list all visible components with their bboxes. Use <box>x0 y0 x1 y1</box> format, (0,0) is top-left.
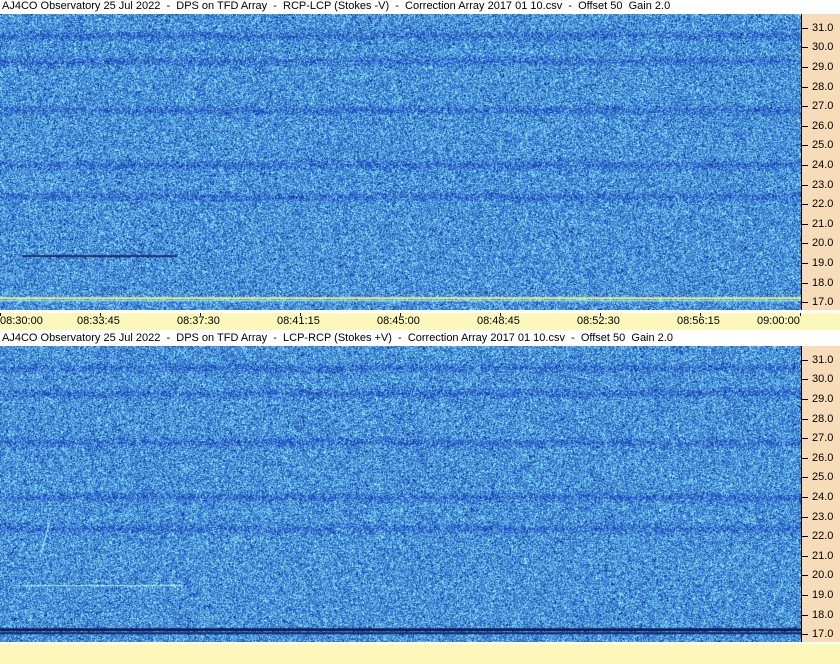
x-tick-label: 08:33:45 <box>77 315 120 327</box>
y-tick <box>802 594 808 596</box>
y-tick <box>802 438 808 440</box>
y-tick <box>802 164 808 166</box>
y-tick <box>802 418 808 420</box>
y-tick <box>802 184 808 186</box>
y-tick-label: 17.0 <box>812 628 834 641</box>
y-tick <box>802 379 808 381</box>
y-tick-label: 20.0 <box>812 237 834 250</box>
y-tick-label: 24.0 <box>812 158 834 171</box>
bottom-spectrogram <box>0 346 801 642</box>
top-frequency-axis: 31.0 30.0 29.0 28.0 27.0 26.0 25.0 24.0 23.0 22.0… <box>801 14 840 310</box>
y-tick <box>802 47 808 49</box>
y-tick <box>802 86 808 88</box>
y-tick <box>802 398 808 400</box>
y-tick-label: 19.0 <box>812 256 834 269</box>
x-tick-label: 08:41:15 <box>277 315 320 327</box>
y-tick <box>802 575 808 577</box>
y-tick-label: 17.0 <box>812 296 834 309</box>
x-tick-label: 08:56:15 <box>677 315 720 327</box>
y-tick-label: 23.0 <box>812 178 834 191</box>
x-tick-label: 08:52:30 <box>577 315 620 327</box>
x-tick-label: 08:37:30 <box>177 315 220 327</box>
y-tick-label: 27.0 <box>812 100 834 113</box>
top-spectrogram-canvas <box>0 14 801 310</box>
y-tick-label: 21.0 <box>812 549 834 562</box>
x-tick-label: 08:48:45 <box>477 315 520 327</box>
y-tick-label: 25.0 <box>812 471 834 484</box>
y-tick <box>802 243 808 245</box>
y-tick-label: 21.0 <box>812 217 834 230</box>
x-tick-label: 09:00:00 <box>757 315 800 327</box>
y-tick <box>802 66 808 68</box>
y-tick <box>802 536 808 538</box>
x-tick-label: 08:30:00 <box>0 315 43 327</box>
top-panel-title: AJ4CO Observatory 25 Jul 2022 - DPS on T… <box>2 0 671 12</box>
y-tick-label: 20.0 <box>812 569 834 582</box>
y-tick <box>802 634 808 636</box>
x-tick <box>800 313 801 316</box>
y-tick-label: 27.0 <box>812 432 834 445</box>
y-tick <box>802 204 808 206</box>
y-tick <box>802 282 808 284</box>
y-tick-label: 30.0 <box>812 41 834 54</box>
y-tick-label: 24.0 <box>812 490 834 503</box>
y-tick <box>802 516 808 518</box>
time-axis: 08:30:00 08:33:45 08:37:30 08:41:15 08:45:00… <box>0 313 840 330</box>
y-tick-label: 22.0 <box>812 530 834 543</box>
y-tick-label: 31.0 <box>812 21 834 34</box>
bottom-spectrogram-canvas <box>0 346 801 642</box>
y-tick <box>802 457 808 459</box>
y-tick <box>802 477 808 479</box>
y-tick <box>802 302 808 304</box>
y-tick <box>802 614 808 616</box>
y-tick-label: 25.0 <box>812 139 834 152</box>
y-tick-label: 22.0 <box>812 198 834 211</box>
y-tick-label: 30.0 <box>812 373 834 386</box>
x-tick-label: 08:45:00 <box>377 315 420 327</box>
y-tick-label: 26.0 <box>812 119 834 132</box>
bottom-axis-strip <box>0 644 840 664</box>
y-tick-label: 31.0 <box>812 353 834 366</box>
y-tick-label: 29.0 <box>812 392 834 405</box>
y-tick <box>802 496 808 498</box>
y-tick-label: 23.0 <box>812 510 834 523</box>
y-tick <box>802 125 808 127</box>
y-tick <box>802 359 808 361</box>
bottom-frequency-axis: 31.0 30.0 29.0 28.0 27.0 26.0 25.0 24.0 23.0 22.0… <box>801 346 840 642</box>
y-tick <box>802 106 808 108</box>
y-tick-label: 18.0 <box>812 276 834 289</box>
top-spectrogram <box>0 14 801 310</box>
y-tick-label: 19.0 <box>812 588 834 601</box>
y-tick-label: 18.0 <box>812 608 834 621</box>
y-tick <box>802 555 808 557</box>
y-tick-label: 26.0 <box>812 451 834 464</box>
y-tick <box>802 27 808 29</box>
y-tick-label: 28.0 <box>812 80 834 93</box>
y-tick-label: 28.0 <box>812 412 834 425</box>
bottom-panel-title: AJ4CO Observatory 25 Jul 2022 - DPS on T… <box>2 332 673 344</box>
y-tick <box>802 145 808 147</box>
y-tick-label: 29.0 <box>812 60 834 73</box>
y-tick <box>802 223 808 225</box>
y-tick <box>802 262 808 264</box>
